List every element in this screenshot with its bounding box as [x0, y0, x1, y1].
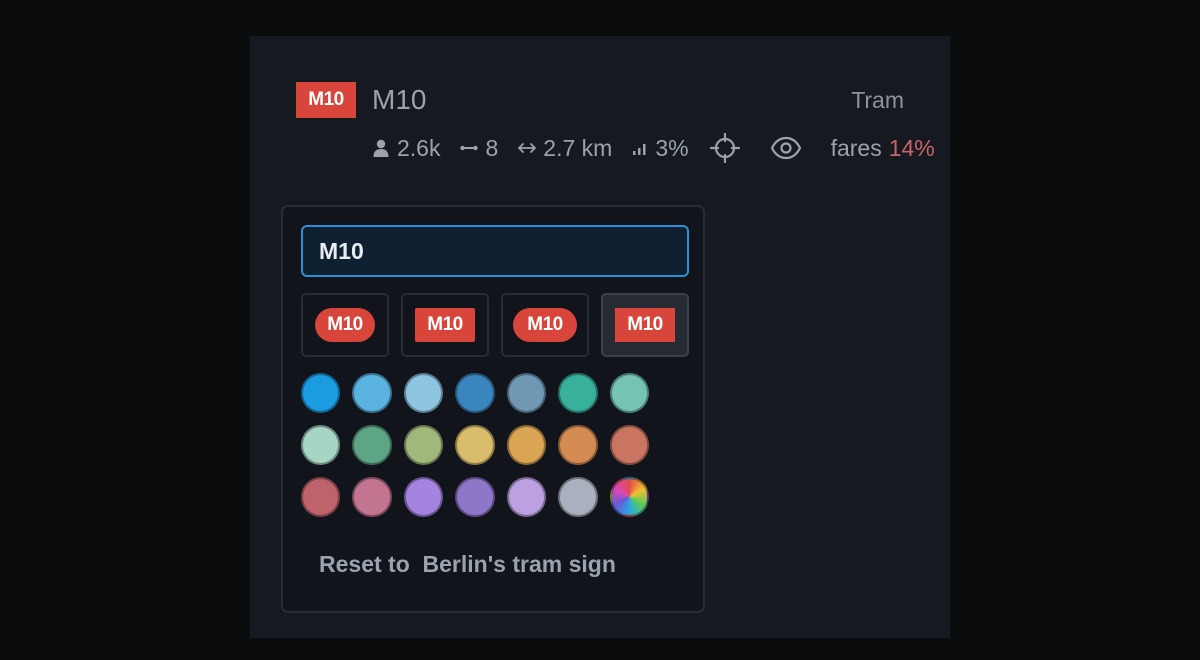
color-swatch[interactable] [455, 425, 495, 465]
line-type: Tram [851, 87, 904, 113]
reset-button[interactable]: Reset to Berlin's tram sign [319, 551, 616, 578]
line-title[interactable]: M10 [372, 82, 426, 118]
riders-value: 2.6k [397, 134, 441, 161]
badge-style-options: M10 M10 M10 M10 [301, 293, 689, 357]
color-swatch[interactable] [558, 425, 598, 465]
badge-style-sample: M10 [415, 308, 475, 342]
signal-bars-icon [632, 141, 648, 155]
length-value: 2.7 km [543, 134, 613, 161]
swatch-row [301, 373, 661, 413]
swatch-row [301, 425, 661, 465]
fares-stat: fares 14% [831, 135, 935, 162]
color-swatch[interactable] [301, 425, 341, 465]
stops-icon [460, 143, 479, 153]
custom-color-swatch[interactable] [609, 477, 649, 517]
stops-stat: 8 [460, 135, 498, 162]
stops-value: 8 [485, 134, 499, 161]
color-swatch[interactable] [352, 373, 392, 413]
color-swatch[interactable] [506, 477, 547, 517]
person-icon [372, 138, 390, 158]
visibility-button[interactable] [770, 136, 809, 160]
fares-label: fares [830, 134, 882, 161]
color-swatch[interactable] [506, 425, 547, 465]
line-style-picker: M10 M10 M10 M10 Reset to Berlin's tram s… [281, 205, 705, 613]
eye-icon[interactable] [770, 136, 802, 160]
color-swatch[interactable] [352, 477, 392, 517]
crosshair-icon[interactable] [709, 132, 741, 164]
badge-style-rectangle[interactable]: M10 [401, 293, 489, 357]
color-swatch[interactable] [455, 373, 495, 413]
badge-style-sample: M10 [615, 308, 675, 342]
length-arrows-icon [518, 142, 537, 154]
riders-stat: 2.6k [372, 135, 440, 162]
locate-button[interactable] [709, 132, 748, 164]
badge-style-sample: M10 [315, 308, 375, 342]
color-swatch[interactable] [455, 477, 495, 517]
color-swatch[interactable] [352, 425, 392, 465]
line-stats: 2.6k 8 2.7 km 3% fares 14% [372, 130, 955, 166]
color-swatch[interactable] [609, 425, 649, 465]
color-swatch[interactable] [506, 373, 547, 413]
share-value: 3% [655, 134, 689, 161]
color-swatch[interactable] [403, 425, 444, 465]
color-swatch[interactable] [403, 477, 444, 517]
color-swatches [301, 373, 661, 529]
color-swatch[interactable] [301, 477, 341, 517]
color-swatch[interactable] [301, 373, 341, 413]
line-panel: M10 M10 Tram 2.6k 8 2.7 km 3% fares 14% … [250, 36, 950, 638]
length-stat: 2.7 km [518, 135, 612, 162]
line-badge[interactable]: M10 [296, 82, 356, 118]
badge-style-sample: M10 [513, 308, 577, 342]
badge-style-pill[interactable]: M10 [301, 293, 389, 357]
share-stat: 3% [632, 134, 689, 162]
color-swatch[interactable] [558, 477, 598, 517]
color-swatch[interactable] [609, 373, 649, 413]
badge-style-square[interactable]: M10 [601, 293, 689, 357]
color-swatch[interactable] [403, 373, 444, 413]
color-swatch[interactable] [558, 373, 598, 413]
swatch-row [301, 477, 661, 517]
fares-value: 14% [888, 134, 935, 161]
badge-style-rounded-pill[interactable]: M10 [501, 293, 589, 357]
line-name-input[interactable] [301, 225, 689, 277]
